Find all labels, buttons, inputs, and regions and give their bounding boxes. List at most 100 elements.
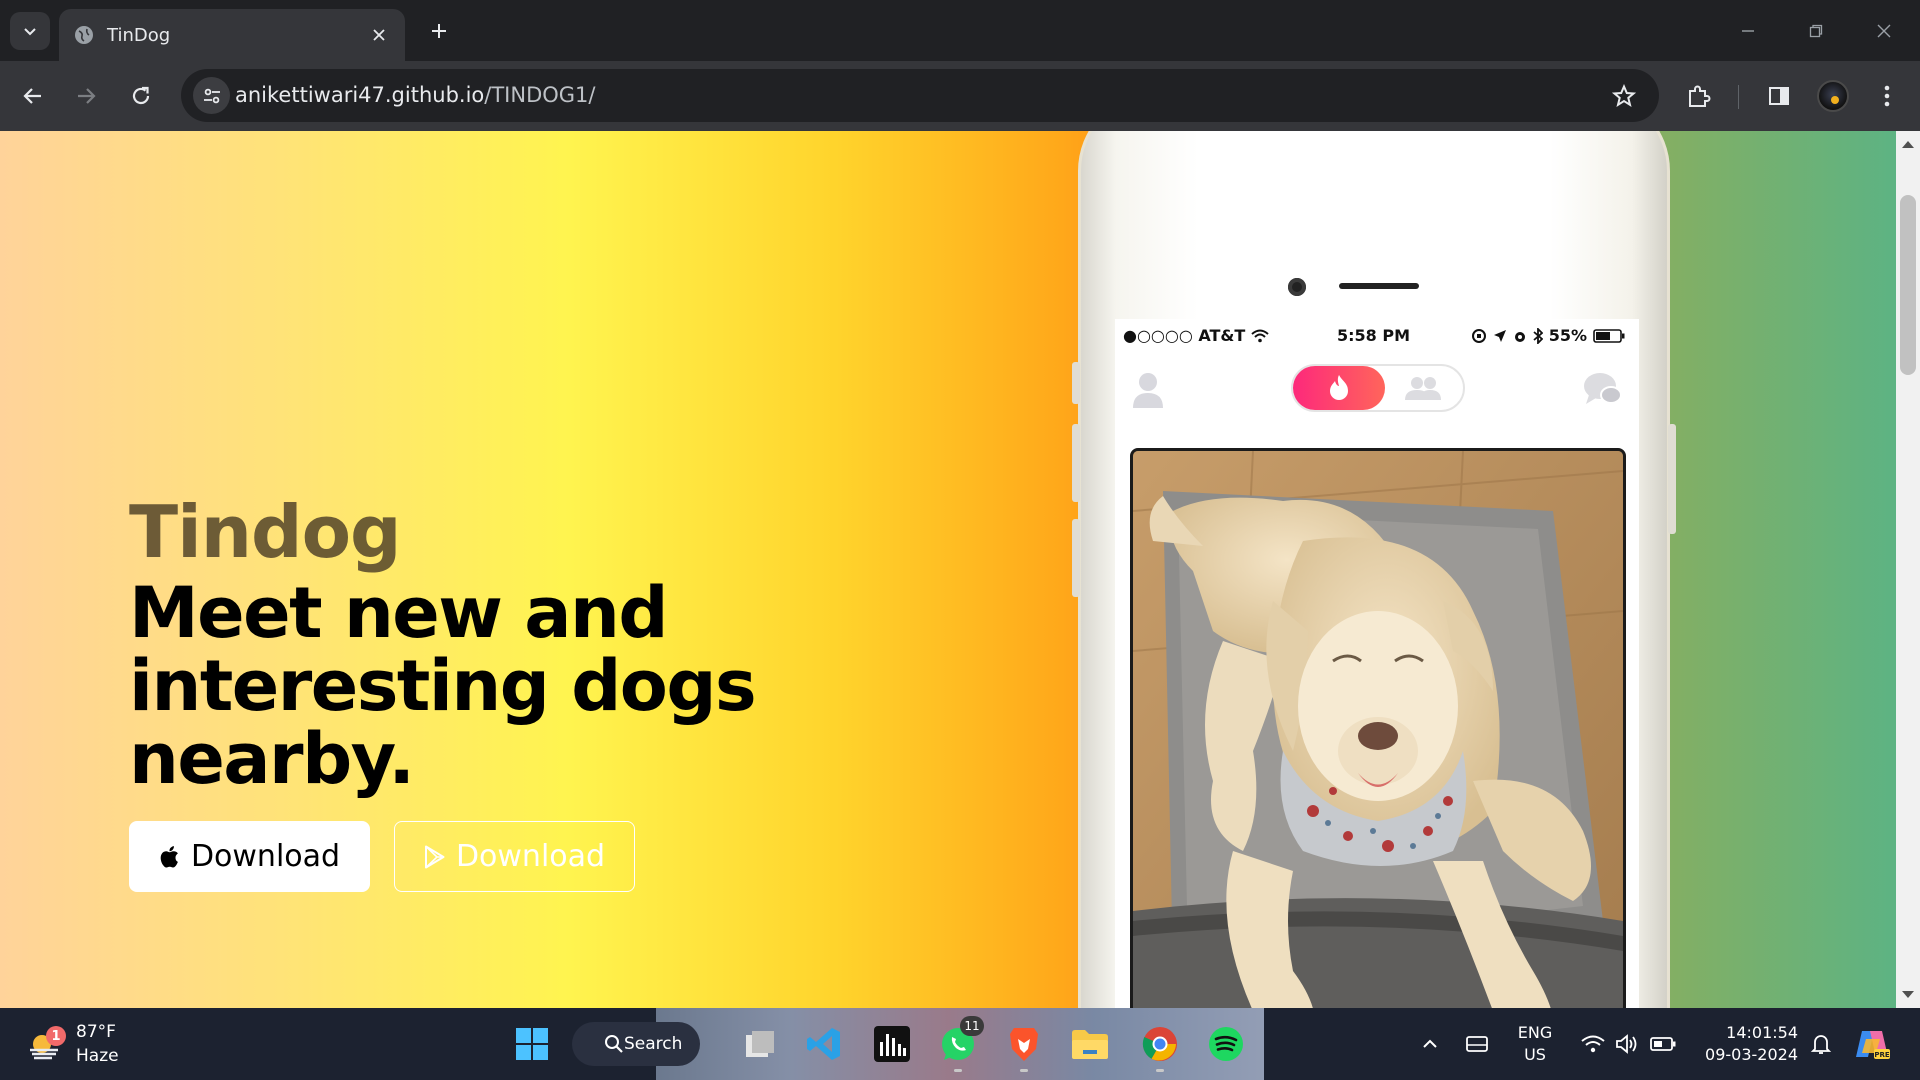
side-panel-button[interactable]: [1760, 77, 1798, 115]
restore-icon: [1809, 24, 1823, 38]
extensions-button[interactable]: [1680, 77, 1718, 115]
hero-text: Tindog Meet new and interesting dogs nea…: [129, 489, 829, 796]
apple-download-button[interactable]: Download: [129, 821, 370, 892]
weather-badge: 1: [46, 1026, 66, 1046]
clock-time: 14:01:54: [1726, 1023, 1798, 1042]
forward-button[interactable]: [67, 77, 105, 115]
screen: TinDog anikettiwari47.github.io/TINDOG1/…: [0, 0, 1920, 1080]
location-arrow-icon: [1493, 329, 1506, 342]
minimize-icon: [1742, 30, 1754, 32]
language-indicator[interactable]: ENG US: [1512, 1022, 1558, 1066]
wifi-tray-button[interactable]: [1578, 1026, 1608, 1062]
scroll-up-arrow[interactable]: [1902, 141, 1914, 148]
battery-tray-button[interactable]: [1648, 1026, 1678, 1062]
close-icon: [373, 29, 385, 41]
puzzle-icon: [1689, 85, 1711, 107]
vscode-app[interactable]: [800, 1020, 848, 1068]
wifi-icon: [1581, 1035, 1605, 1053]
volume-tray-button[interactable]: [1612, 1026, 1642, 1062]
back-button[interactable]: [14, 77, 52, 115]
brave-lion-icon: [1010, 1028, 1038, 1061]
menu-button[interactable]: [1868, 77, 1906, 115]
rotation-lock-icon: [1471, 328, 1486, 343]
more-vert-icon: [1884, 85, 1890, 107]
taskbar-search[interactable]: Search: [572, 1022, 700, 1066]
google-play-icon: [424, 845, 446, 869]
tune-icon: [203, 88, 220, 103]
phone-time: 5:58 PM: [1337, 326, 1411, 345]
arrow-left-icon: [23, 88, 41, 104]
apple-download-label: Download: [190, 839, 341, 874]
notifications-button[interactable]: [1806, 1026, 1836, 1062]
svg-text:PRE: PRE: [1874, 1051, 1890, 1059]
phone-app-bar: [1115, 357, 1639, 421]
url-path: /TINDOG1/: [484, 83, 596, 107]
battery-icon: [1593, 328, 1625, 343]
close-icon: [1877, 24, 1891, 38]
dog-photo-card: [1130, 448, 1626, 1008]
tab-tindog[interactable]: TinDog: [59, 9, 405, 61]
phone-speaker: [1339, 283, 1419, 289]
flame-icon: [1330, 375, 1348, 400]
phone-side-button: [1072, 519, 1080, 597]
search-icon: [605, 1035, 623, 1053]
display-icon: [1466, 1036, 1488, 1052]
new-tab-button[interactable]: [424, 16, 454, 46]
chrome-app[interactable]: [1136, 1020, 1184, 1072]
minimize-button[interactable]: [1728, 14, 1768, 48]
file-explorer-app[interactable]: [1066, 1020, 1114, 1068]
phone-status-right: 55%: [1471, 326, 1625, 345]
brave-app[interactable]: [1000, 1020, 1048, 1072]
phone-side-button: [1668, 424, 1676, 534]
running-indicator: [1156, 1069, 1164, 1072]
address-bar[interactable]: anikettiwari47.github.io/TINDOG1/: [181, 69, 1659, 122]
spotify-app[interactable]: [1202, 1020, 1250, 1068]
whatsapp-badge: 11: [960, 1016, 984, 1036]
audio-app[interactable]: [868, 1020, 916, 1068]
taskbar-clock[interactable]: 14:01:54 09-03-2024: [1692, 1022, 1798, 1066]
close-window-button[interactable]: [1864, 14, 1904, 48]
play-download-button[interactable]: Download: [394, 821, 635, 892]
site-info-button[interactable]: [193, 77, 230, 114]
tab-search-button[interactable]: [10, 12, 50, 50]
lang-top: ENG: [1517, 1023, 1553, 1042]
weather-temp: 87°F: [76, 1022, 116, 1042]
display-tray-button[interactable]: [1462, 1026, 1492, 1062]
task-view-icon: [746, 1031, 774, 1057]
alarm-icon: [1514, 331, 1525, 342]
reload-icon: [132, 86, 150, 105]
carrier-text: ●○○○○ AT&T: [1123, 326, 1246, 345]
profile-avatar[interactable]: [1817, 80, 1849, 112]
plus-icon: [432, 24, 446, 38]
whatsapp-app[interactable]: 11: [934, 1016, 984, 1072]
chrome-icon: [1142, 1027, 1177, 1061]
restore-button[interactable]: [1796, 14, 1836, 48]
scrollbar-thumb[interactable]: [1900, 195, 1916, 375]
wifi-icon: [1251, 329, 1269, 342]
copilot-button[interactable]: PRE: [1852, 1026, 1892, 1062]
phone-side-button: [1072, 424, 1080, 502]
reload-button[interactable]: [122, 77, 160, 115]
scroll-down-arrow[interactable]: [1902, 991, 1914, 998]
windows-logo-icon: [516, 1028, 548, 1060]
start-button[interactable]: [508, 1020, 556, 1068]
battery-icon: [1650, 1037, 1676, 1051]
close-tab-button[interactable]: [367, 23, 391, 47]
phone-screen: ●○○○○ AT&T 5:58 PM 55%: [1115, 319, 1639, 1008]
page-scrollbar[interactable]: [1896, 131, 1920, 1008]
weather-widget[interactable]: 1 87°F Haze: [24, 1020, 144, 1068]
show-hidden-icons-button[interactable]: [1416, 1026, 1444, 1062]
battery-percent: 55%: [1548, 326, 1587, 345]
flame-tab: [1293, 366, 1385, 410]
equalizer-icon: [874, 1026, 910, 1062]
bluetooth-icon: [1533, 327, 1543, 344]
bookmark-button[interactable]: [1609, 81, 1639, 111]
task-view-button[interactable]: [736, 1020, 784, 1068]
tab-title: TinDog: [107, 24, 171, 46]
url-text[interactable]: anikettiwari47.github.io/TINDOG1/: [235, 83, 595, 107]
carrier-group: ●○○○○ AT&T: [1123, 326, 1269, 345]
side-panel-icon: [1769, 87, 1789, 105]
group-icon: [1405, 377, 1441, 400]
speaker-icon: [1616, 1034, 1637, 1054]
tab-strip: TinDog: [0, 0, 1920, 61]
